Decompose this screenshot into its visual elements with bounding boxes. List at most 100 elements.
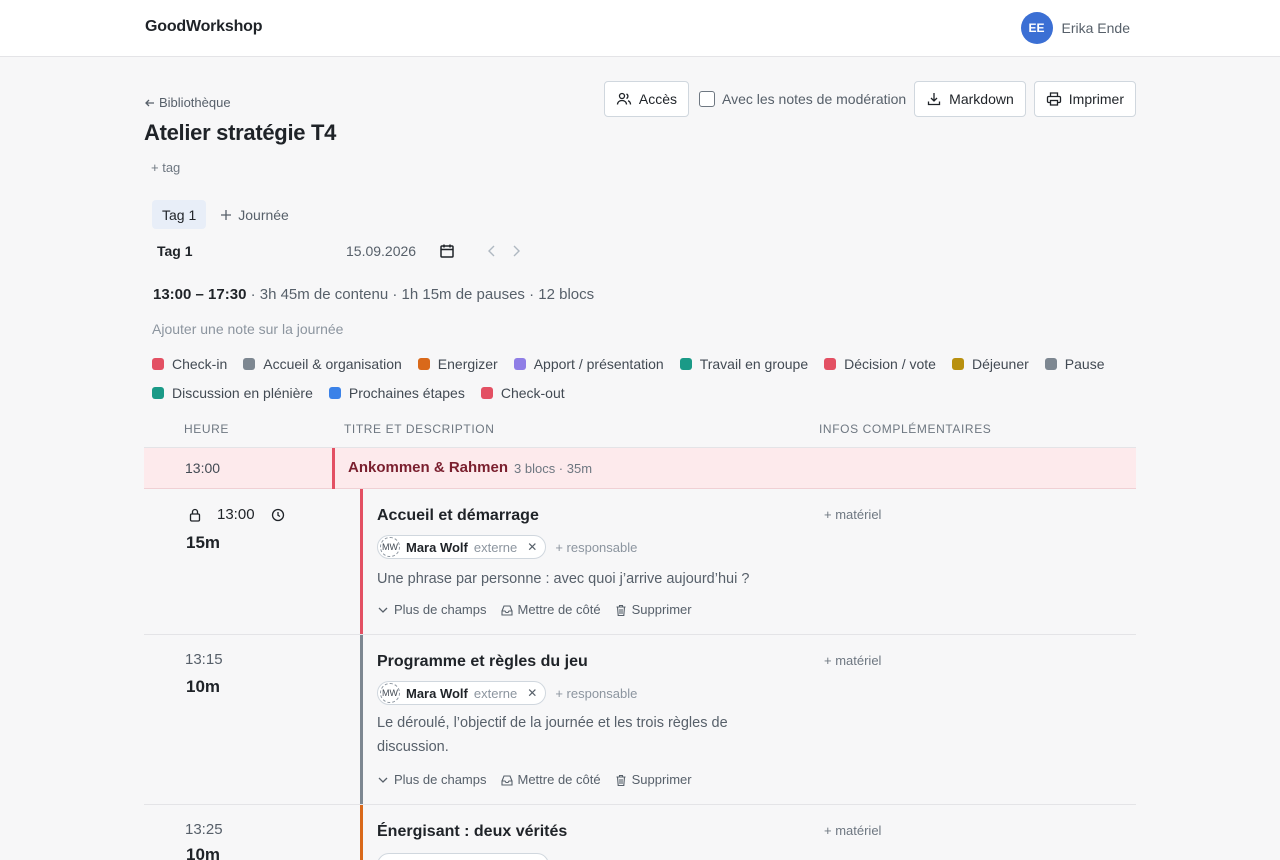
more-fields-button[interactable]: Plus de champs xyxy=(377,772,487,787)
legend-item[interactable]: Apport / présentation xyxy=(513,355,664,373)
add-material-button[interactable]: + matériel xyxy=(824,653,881,668)
tab-day-1[interactable]: Tag 1 xyxy=(152,200,207,229)
legend-item[interactable]: Prochaines étapes xyxy=(328,384,465,402)
remove-person-icon[interactable]: ✕ xyxy=(527,540,537,554)
legend-item[interactable]: Check-out xyxy=(480,384,565,402)
delete-button[interactable]: Supprimer xyxy=(615,772,692,787)
chevron-right-icon[interactable] xyxy=(511,244,521,258)
day-navigation xyxy=(487,244,521,258)
legend-item[interactable]: Déjeuner xyxy=(951,355,1029,373)
day-date-value: 15.09.2026 xyxy=(346,243,417,259)
column-header-info: INFOS COMPLÉMENTAIRES xyxy=(819,422,992,436)
markdown-export-button[interactable]: Markdown xyxy=(914,81,1026,117)
block-title[interactable]: Énergisant : deux vérités xyxy=(377,823,567,841)
chevron-down-icon xyxy=(378,777,388,783)
block-time[interactable]: 13:25 xyxy=(185,821,223,838)
chevron-left-icon[interactable] xyxy=(487,244,497,258)
legend-label: Prochaines étapes xyxy=(348,385,465,401)
block-duration[interactable]: 10m xyxy=(186,845,220,860)
legend-item[interactable]: Pause xyxy=(1044,355,1104,373)
section-color-bar xyxy=(332,448,335,489)
day-tabs: Tag 1 Journée xyxy=(152,200,289,229)
print-button[interactable]: Imprimer xyxy=(1033,81,1136,117)
moderation-notes-toggle[interactable]: Avec les notes de modération xyxy=(697,91,906,107)
page-title[interactable]: Atelier stratégie T4 xyxy=(144,120,336,146)
users-icon xyxy=(616,92,632,105)
more-fields-button[interactable]: Plus de champs xyxy=(377,602,487,617)
delete-label: Supprimer xyxy=(631,602,692,617)
block-description[interactable]: Le déroulé, l’objectif de la journée et … xyxy=(377,711,797,759)
block-time[interactable]: 13:15 xyxy=(185,651,223,668)
block-duration[interactable]: 15m xyxy=(186,533,220,553)
block-title[interactable]: Programme et règles du jeu xyxy=(377,653,588,671)
clock-icon[interactable] xyxy=(271,508,285,522)
brand-logo[interactable]: GoodWorkshop xyxy=(145,18,262,36)
download-icon xyxy=(928,93,941,106)
block-time[interactable]: 13:00 xyxy=(217,506,255,523)
legend-item[interactable]: Energizer xyxy=(417,355,498,373)
person-role: externe xyxy=(473,539,518,555)
set-aside-button[interactable]: Mettre de côté xyxy=(500,772,601,787)
toolbar: Accès Avec les notes de modération Markd… xyxy=(603,81,1136,117)
block-duration[interactable]: 10m xyxy=(186,677,220,697)
person-chip[interactable]: MW Mara Wolf externe ✕ xyxy=(377,535,547,559)
person-chip[interactable]: MW Mara Wolf externe ✕ xyxy=(377,681,547,705)
legend-item[interactable]: Check-in xyxy=(152,355,227,373)
add-tag-button[interactable]: + tag xyxy=(151,160,180,175)
set-aside-button[interactable]: Mettre de côté xyxy=(500,602,601,617)
add-day-button[interactable]: Journée xyxy=(220,207,289,223)
section-row[interactable]: 13:00 Ankommen & Rahmen 3 blocs · 35m xyxy=(144,448,1136,489)
lock-icon[interactable] xyxy=(189,508,201,522)
block-title[interactable]: Accueil et démarrage xyxy=(377,507,539,525)
access-button[interactable]: Accès xyxy=(603,81,689,117)
add-responsible-button[interactable]: + responsable xyxy=(555,540,637,555)
legend-item[interactable]: Travail en groupe xyxy=(679,355,808,373)
arrow-left-icon xyxy=(145,99,154,106)
plus-icon xyxy=(221,209,232,220)
add-responsible-button[interactable]: + responsable xyxy=(555,686,637,701)
markdown-export-label: Markdown xyxy=(949,91,1014,107)
legend-swatch xyxy=(824,358,837,370)
moderation-notes-checkbox[interactable] xyxy=(698,91,715,107)
legend-swatch xyxy=(328,387,341,399)
legend-label: Discussion en plénière xyxy=(172,385,313,401)
legend-item[interactable]: Discussion en plénière xyxy=(152,384,313,402)
add-material-button[interactable]: + matériel xyxy=(824,823,881,838)
day-name-field[interactable]: Tag 1 xyxy=(157,243,193,259)
legend-swatch xyxy=(951,358,964,370)
section-time: 13:00 xyxy=(185,460,221,476)
legend-swatch xyxy=(417,358,430,370)
inbox-icon xyxy=(500,774,513,786)
remove-person-icon[interactable]: ✕ xyxy=(527,686,537,700)
user-name[interactable]: Erika Ende xyxy=(1062,20,1130,36)
day-date-input[interactable]: 15.09.2026 xyxy=(346,243,454,259)
block-color-bar xyxy=(360,805,363,860)
legend-item[interactable]: Accueil & organisation xyxy=(243,355,402,373)
moderation-notes-label: Avec les notes de modération xyxy=(721,91,907,107)
day-note-input[interactable]: Ajouter une note sur la journée xyxy=(152,321,343,337)
category-legend: Check-in Accueil & organisation Energizer A… xyxy=(152,355,1142,402)
person-chip[interactable] xyxy=(377,853,549,860)
block-description[interactable]: Une phrase par personne : avec quoi j’ar… xyxy=(377,567,797,591)
section-title[interactable]: Ankommen & Rahmen xyxy=(348,459,508,476)
user-avatar[interactable]: EE xyxy=(1020,12,1053,44)
delete-button[interactable]: Supprimer xyxy=(615,602,692,617)
add-material-button[interactable]: + matériel xyxy=(824,507,881,522)
person-role: externe xyxy=(473,685,518,701)
block-actions: Plus de champs Mettre de côté Supprimer xyxy=(377,602,692,617)
trash-icon xyxy=(616,604,626,616)
block-time-row: 13:00 xyxy=(189,506,285,523)
person-avatar: MW xyxy=(380,683,400,703)
back-link[interactable]: Bibliothèque xyxy=(144,95,231,110)
user-menu[interactable]: EE Erika Ende xyxy=(1020,12,1130,44)
column-header-title: TITRE ET DESCRIPTION xyxy=(344,422,495,436)
day-time-range: 13:00 – 17:30 xyxy=(153,286,247,303)
column-header-time: HEURE xyxy=(184,422,230,436)
person-avatar: MW xyxy=(380,537,400,557)
trash-icon xyxy=(616,774,626,786)
legend-swatch xyxy=(1044,358,1057,370)
legend-label: Energizer xyxy=(437,356,498,372)
calendar-icon[interactable] xyxy=(440,244,454,258)
delete-label: Supprimer xyxy=(631,772,692,787)
legend-item[interactable]: Décision / vote xyxy=(824,355,936,373)
